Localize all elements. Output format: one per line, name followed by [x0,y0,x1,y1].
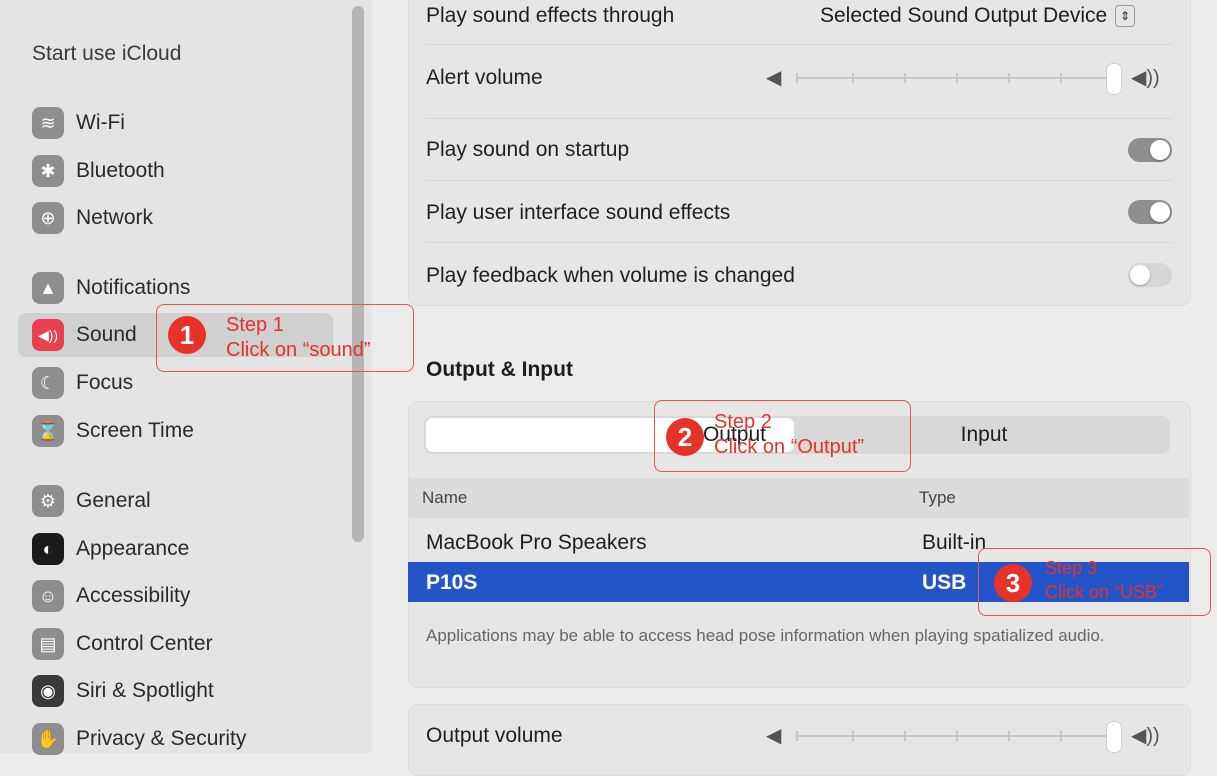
divider [426,242,1172,243]
step3-title: Step 3 [1045,558,1098,578]
sidebar-title[interactable]: Start use iCloud [32,42,181,66]
volume-feedback-label: Play feedback when volume is changed [426,264,795,287]
chevron-updown-icon: ⇕ [1115,5,1136,27]
slider-tick [796,73,798,83]
toggle-knob [1150,202,1170,222]
sidebar-item-general[interactable]: ⚙ General [18,479,333,523]
slider-track [796,77,1121,79]
slider-thumb[interactable] [1106,721,1122,753]
globe-icon: ⊕ [32,202,64,234]
step3-number-badge: 3 [994,564,1032,602]
sidebar-item-privacy[interactable]: ✋ Privacy & Security [18,717,333,761]
sidebar-item-label: Wi-Fi [76,111,125,134]
moon-icon: ☾ [32,367,64,399]
gear-icon: ⚙ [32,485,64,517]
toggle-knob [1150,140,1170,160]
output-volume-label: Output volume [426,724,563,747]
alert-volume-label: Alert volume [426,66,543,89]
sidebar-item-label: Bluetooth [76,159,165,182]
device-type: USB [922,571,967,594]
sidebar: Start use iCloud ≋ Wi-Fi ✱ Bluetooth ⊕ N… [0,0,372,755]
effects-device-select[interactable]: Selected Sound Output Device ⇕ [820,4,1136,28]
alert-volume-slider[interactable]: ◀ ◀)) [766,63,1168,95]
wifi-icon: ≋ [32,107,64,139]
step1-instruction: Click on “sound” [226,339,371,361]
step1-number-badge: 1 [168,316,206,354]
step3-instruction: Click on “USB” [1045,582,1164,602]
sidebar-item-label: Appearance [76,537,190,560]
effects-device-value: Selected Sound Output Device [820,4,1108,27]
hourglass-icon: ⌛ [32,415,64,447]
slider-tick [956,73,958,83]
bluetooth-icon: ✱ [32,155,64,187]
col-name-header[interactable]: Name [422,488,467,508]
hand-icon: ✋ [32,723,64,755]
sidebar-item-label: Notifications [76,276,191,299]
slider-tick [796,731,798,741]
device-type: Built-in [922,531,987,554]
sidebar-item-label: Control Center [76,632,213,655]
sidebar-item-wifi[interactable]: ≋ Wi-Fi [18,101,333,145]
head-pose-note: Applications may be able to access head … [426,626,1105,645]
slider-tick [956,731,958,741]
siri-icon: ◉ [32,675,64,707]
bell-icon: ▲ [32,272,64,304]
step2-instruction: Click on “Output” [714,436,865,458]
sidebar-item-label: Network [76,206,154,229]
speaker-high-icon: ◀)) [1131,725,1160,747]
toggle-knob [1130,265,1150,285]
sidebar-item-appearance[interactable]: ◐ Appearance [18,527,333,571]
tab-input-label: Input [960,423,1008,446]
sidebar-item-label: Siri & Spotlight [76,679,214,702]
slider-tick [1060,731,1062,741]
slider-track [796,735,1121,737]
speaker-high-icon: ◀)) [1131,67,1160,89]
device-name: P10S [426,571,478,594]
sidebar-item-label: Focus [76,371,134,394]
step2-title: Step 2 [714,411,772,433]
sidebar-item-bluetooth[interactable]: ✱ Bluetooth [18,149,333,193]
appearance-icon: ◐ [32,533,64,565]
divider [426,118,1172,119]
volume-feedback-toggle[interactable] [1128,263,1172,287]
slider-tick [904,731,906,741]
accessibility-icon: ☺ [32,580,64,612]
col-type-header[interactable]: Type [919,488,956,508]
slider-tick [1060,73,1062,83]
step1-title: Step 1 [226,314,284,336]
control-center-icon: ▤ [32,628,64,660]
slider-tick [852,731,854,741]
sidebar-item-network[interactable]: ⊕ Network [18,196,333,240]
sidebar-item-accessibility[interactable]: ☺ Accessibility [18,574,333,618]
sidebar-item-label: Sound [76,323,137,346]
speaker-low-icon: ◀ [766,67,782,89]
slider-tick [852,73,854,83]
step2-number-badge: 2 [666,418,704,456]
sidebar-item-label: General [76,489,151,512]
slider-tick [904,73,906,83]
startup-sound-label: Play sound on startup [426,138,630,161]
sidebar-item-label: Accessibility [76,584,191,607]
output-input-heading: Output & Input [426,358,573,381]
device-name: MacBook Pro Speakers [426,531,647,554]
speaker-low-icon: ◀ [766,725,782,747]
slider-tick [1008,731,1010,741]
sidebar-item-label: Screen Time [76,419,194,442]
divider [426,180,1172,181]
output-volume-slider[interactable]: ◀ ◀)) [766,721,1168,753]
sidebar-item-siri[interactable]: ◉ Siri & Spotlight [18,669,333,713]
divider [426,44,1172,45]
ui-effects-toggle[interactable] [1128,200,1172,224]
speaker-icon: ◀)) [32,319,64,351]
slider-thumb[interactable] [1106,63,1122,95]
effects-through-label: Play sound effects through [426,4,675,27]
slider-tick [1008,73,1010,83]
sidebar-item-screen-time[interactable]: ⌛ Screen Time [18,409,333,453]
sidebar-item-label: Privacy & Security [76,727,247,750]
sidebar-scrollbar[interactable] [352,6,364,542]
sidebar-item-control-center[interactable]: ▤ Control Center [18,622,333,666]
device-table-header: Name Type [408,478,1189,518]
startup-sound-toggle[interactable] [1128,138,1172,162]
ui-effects-label: Play user interface sound effects [426,201,731,224]
